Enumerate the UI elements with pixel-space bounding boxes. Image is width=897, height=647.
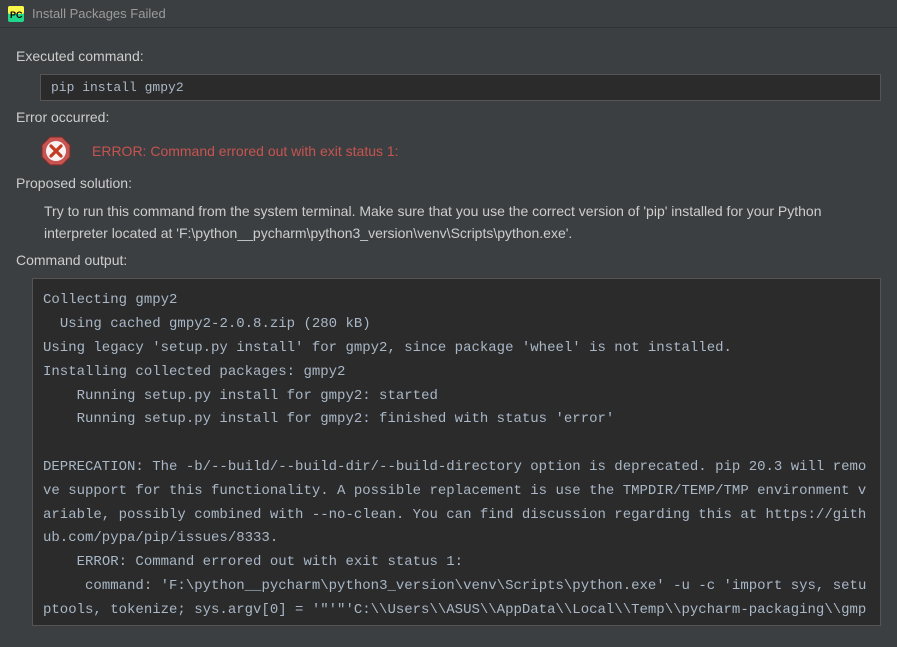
dialog-content: Executed command: pip install gmpy2 Erro… (0, 28, 897, 626)
svg-text:PC: PC (10, 10, 23, 20)
proposed-solution-label: Proposed solution: (16, 175, 881, 191)
error-octagon-icon (40, 135, 72, 167)
error-message: ERROR: Command errored out with exit sta… (92, 143, 399, 159)
window-title: Install Packages Failed (32, 6, 166, 21)
solution-text: Try to run this command from the system … (44, 201, 881, 244)
executed-command-box: pip install gmpy2 (40, 74, 881, 101)
command-output-text: Collecting gmpy2 Using cached gmpy2-2.0.… (33, 279, 880, 626)
command-output-box[interactable]: Collecting gmpy2 Using cached gmpy2-2.0.… (32, 278, 881, 626)
error-row: ERROR: Command errored out with exit sta… (40, 135, 881, 167)
pycharm-icon: PC (8, 6, 24, 22)
executed-command-label: Executed command: (16, 48, 881, 64)
titlebar: PC Install Packages Failed (0, 0, 897, 28)
command-output-label: Command output: (16, 252, 881, 268)
error-occurred-label: Error occurred: (16, 109, 881, 125)
